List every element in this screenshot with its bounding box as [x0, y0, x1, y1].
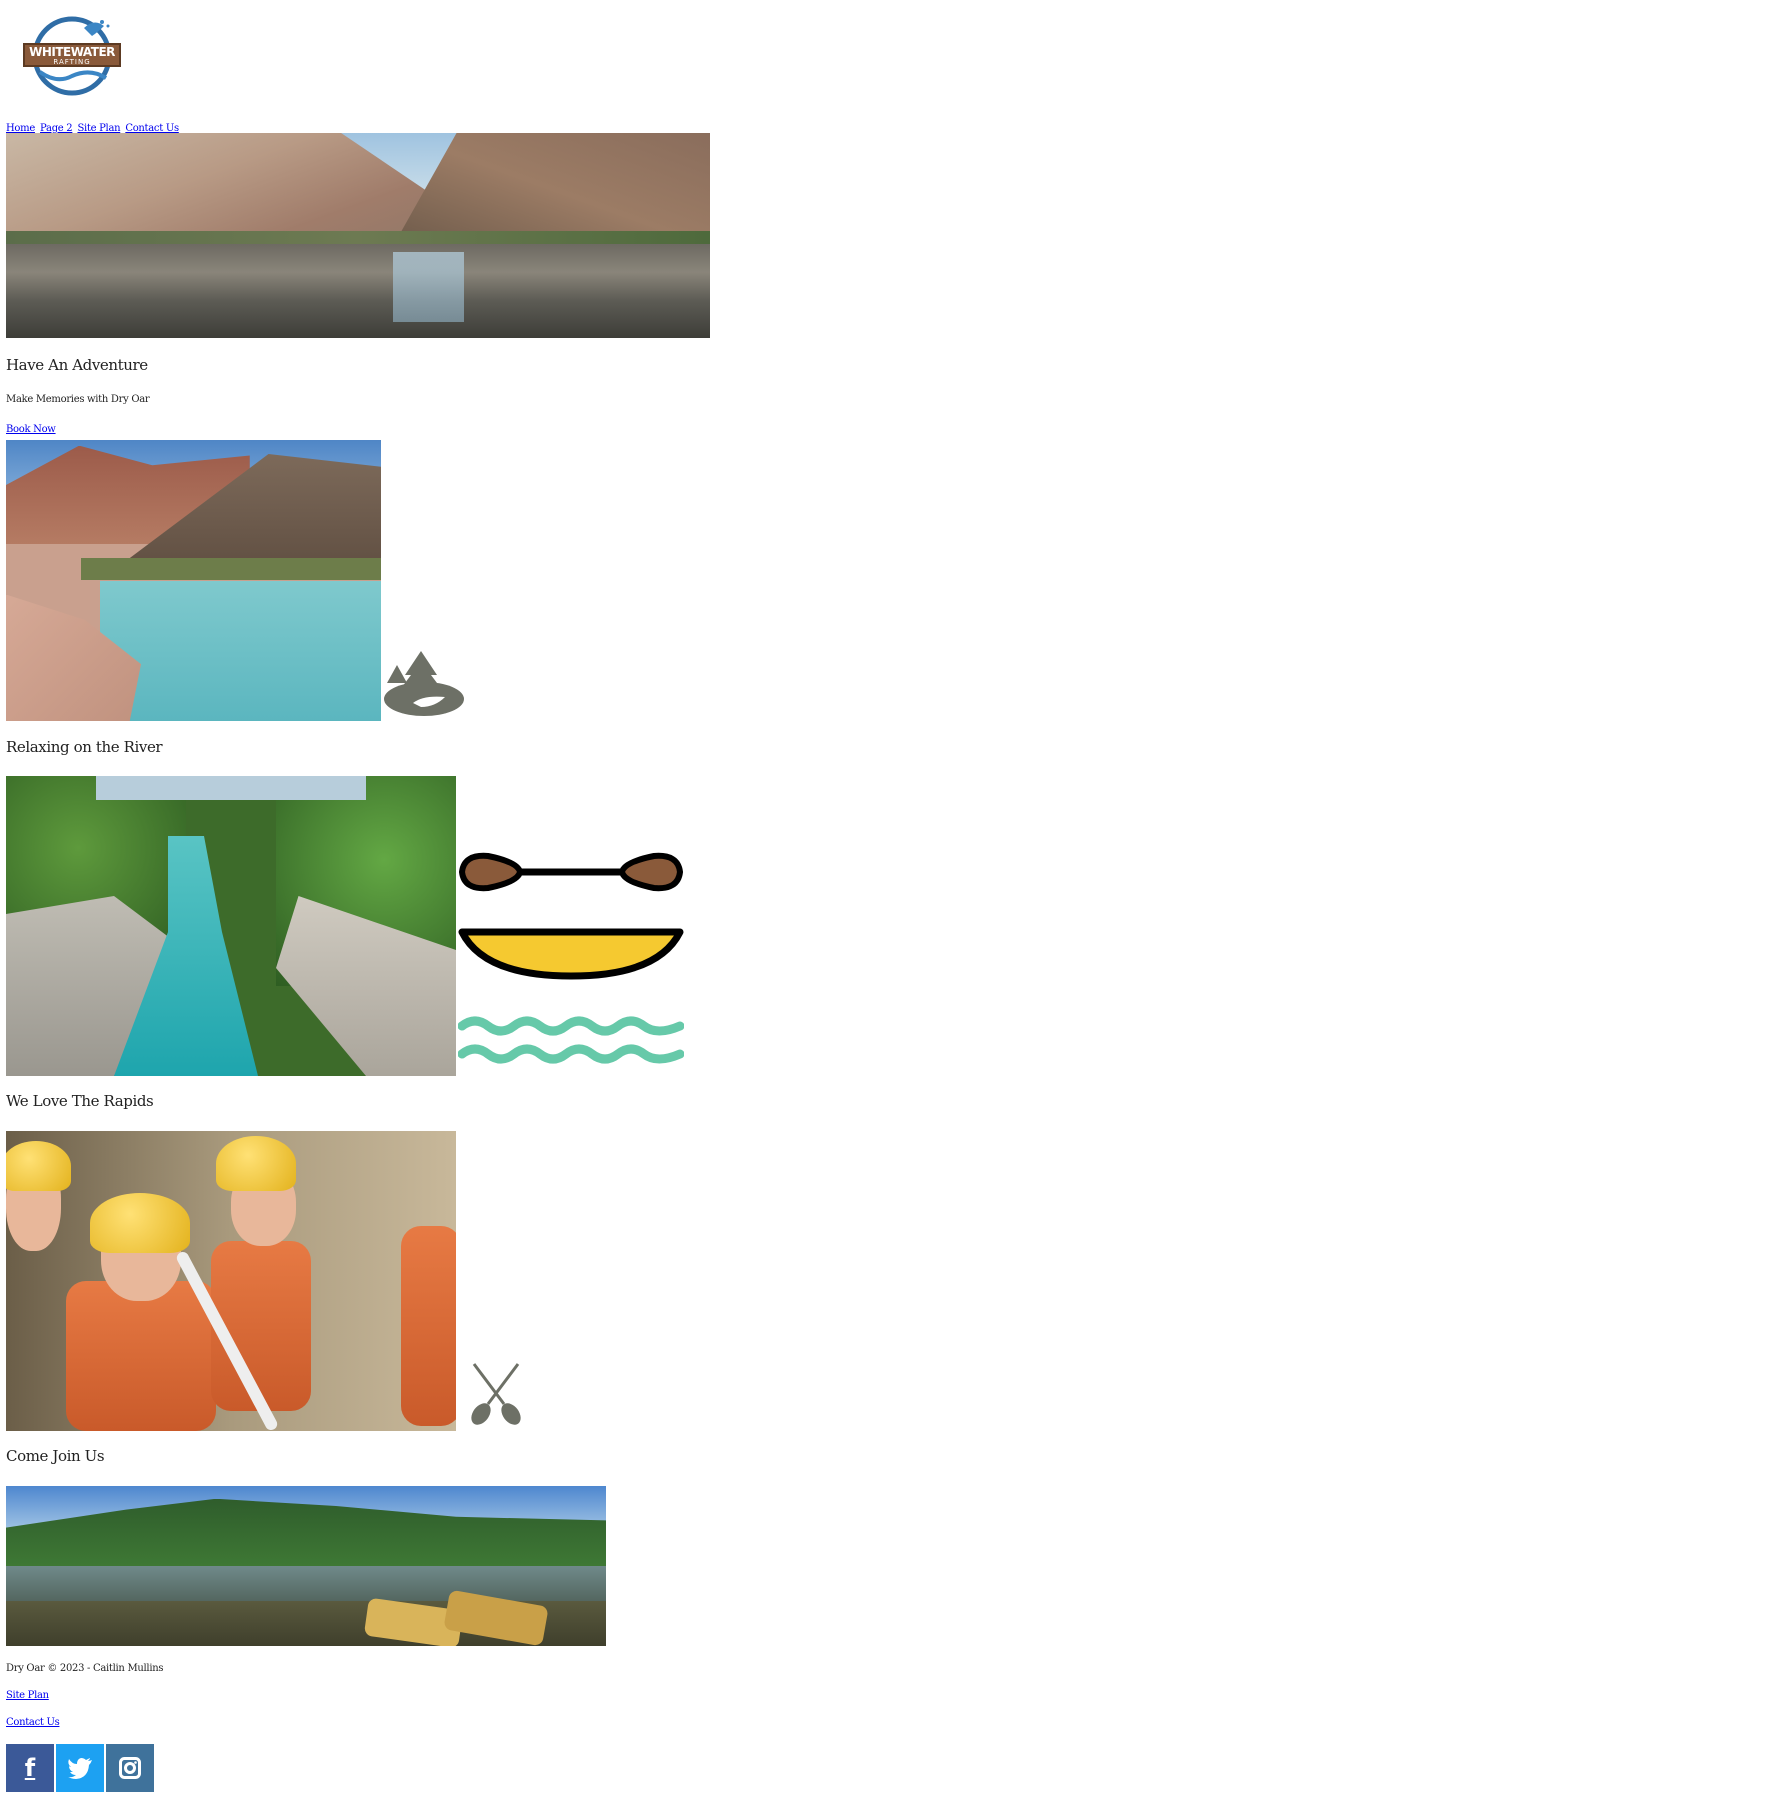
logo-text-line1: WHITEWATER	[29, 45, 115, 59]
footer-contact-us-link[interactable]: Contact Us	[6, 1717, 60, 1728]
hero-tagline: Make Memories with Dry Oar	[6, 394, 150, 405]
main-nav: Home Page 2 Site Plan Contact Us	[6, 116, 179, 134]
book-now-link[interactable]: Book Now	[6, 424, 56, 435]
canyon-pool-image	[6, 440, 381, 721]
instagram-button[interactable]	[106, 1744, 154, 1792]
river-gorge-image	[6, 776, 456, 1076]
section-heading-join: Come Join Us	[6, 1447, 105, 1465]
rafters-photo	[6, 1131, 456, 1431]
instagram-icon	[119, 1757, 141, 1779]
footer-site-plan-link[interactable]: Site Plan	[6, 1690, 49, 1701]
twitter-button[interactable]	[56, 1744, 104, 1792]
footer-copyright: Dry Oar © 2023 - Caitlin Mullins	[6, 1663, 164, 1674]
logo-text-line2: RAFTING	[53, 58, 91, 66]
crossed-oars-icon	[471, 1363, 521, 1425]
facebook-icon: f	[24, 1754, 36, 1782]
forest-island-icon	[384, 651, 464, 716]
hero-heading: Have An Adventure	[6, 356, 148, 374]
twitter-icon	[68, 1758, 92, 1779]
facebook-button[interactable]: f	[6, 1744, 54, 1792]
site-logo[interactable]: WHITEWATER RAFTING	[22, 14, 126, 98]
section-heading-rapids: We Love The Rapids	[6, 1092, 154, 1110]
river-panorama-image	[6, 1486, 606, 1646]
section-heading-relaxing: Relaxing on the River	[6, 738, 163, 756]
kayak-paddle-waves-icon	[458, 852, 684, 1064]
hero-canyon-image	[6, 133, 710, 338]
